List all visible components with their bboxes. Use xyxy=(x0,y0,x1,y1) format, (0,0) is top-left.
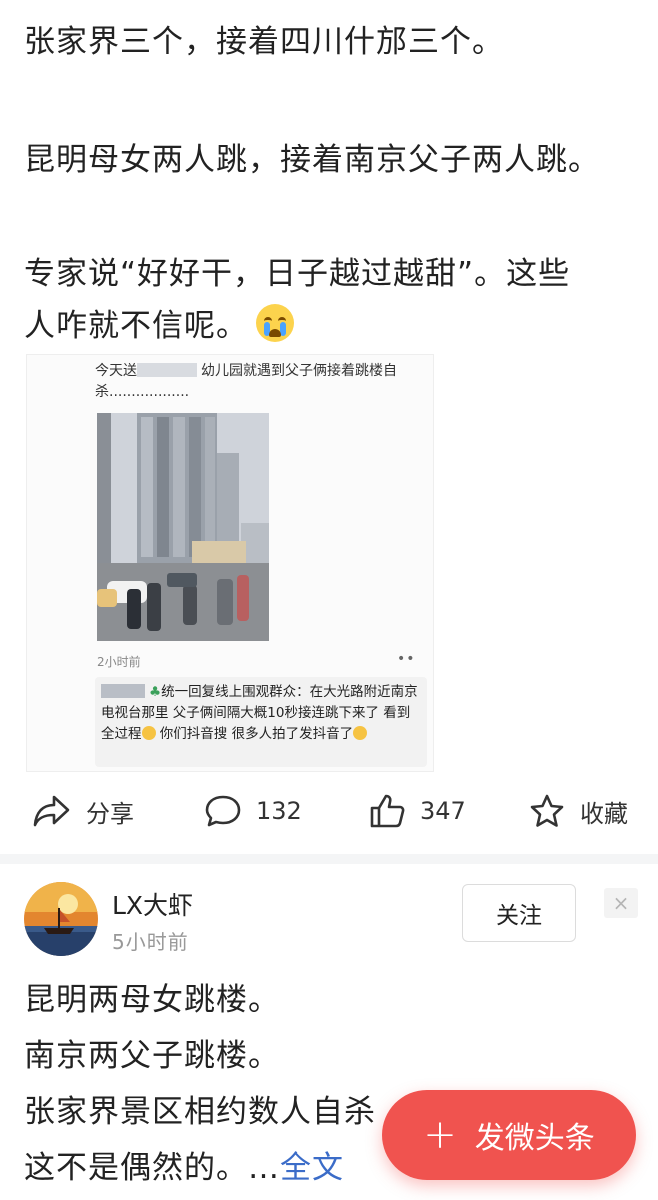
embedded-screenshot[interactable]: 今天送幼儿园就遇到父子俩接着跳楼自杀.................. 2小 xyxy=(26,354,434,772)
thumbs-up-icon xyxy=(370,794,405,828)
clover-icon: ♣ xyxy=(149,684,162,700)
emoji-icon xyxy=(353,726,368,740)
share-button[interactable]: 分享 xyxy=(32,780,134,842)
share-icon xyxy=(33,795,70,827)
post-micro-headline-button[interactable]: + 发微头条 xyxy=(382,1090,636,1180)
post-line-2: 昆明母女两人跳，接着南京父子两人跳。 xyxy=(24,142,600,178)
section-divider xyxy=(0,854,658,864)
comment-button[interactable]: 132 xyxy=(204,780,302,842)
comment-icon xyxy=(205,795,241,827)
blurred-avatar xyxy=(101,684,145,698)
plus-icon: + xyxy=(423,1112,457,1158)
post-line-3b: 人咋就不信呢。 xyxy=(24,308,248,344)
comment-count: 132 xyxy=(256,797,302,825)
emoji-icon xyxy=(141,726,156,740)
star-icon xyxy=(530,794,564,827)
like-button[interactable]: 347 xyxy=(368,780,466,842)
favorite-button[interactable]: 收藏 xyxy=(528,780,628,842)
action-bar: 分享 132 347 收藏 xyxy=(0,780,658,842)
crying-face-icon xyxy=(256,304,294,342)
username[interactable]: LX大虾 xyxy=(112,886,193,922)
embed-timestamp: 2小时前 xyxy=(97,655,141,669)
share-label: 分享 xyxy=(86,799,134,828)
embed-caption: 今天送 幼儿园就遇到父子俩接着跳楼自杀.................. xyxy=(95,363,397,400)
favorite-label: 收藏 xyxy=(580,799,628,828)
post-line-3a: 专家说“好好干，日子越过越甜”。这些 xyxy=(24,256,571,292)
post-time: 5小时前 xyxy=(112,930,189,954)
read-more-link[interactable]: 全文 xyxy=(280,1150,344,1186)
close-icon[interactable]: × xyxy=(604,888,638,918)
fab-label: 发微头条 xyxy=(474,1121,595,1156)
like-count: 347 xyxy=(420,797,466,825)
post-body-line: 南京两父子跳楼。 xyxy=(24,1038,280,1074)
post-line-1: 张家界三个，接着四川什邡三个。 xyxy=(24,24,504,60)
embed-comment: ♣统一回复线上围观群众：在大光路附近南京电视台那里 父子俩间隔大概10秒接连跳下… xyxy=(95,677,427,767)
follow-button[interactable]: 关注 xyxy=(462,884,576,942)
street-photo xyxy=(97,413,269,641)
more-options-icon[interactable]: •• xyxy=(397,651,416,667)
post-paragraph-3: 专家说“好好干，日子越过越甜”。这些 人咋就不信呢。 xyxy=(24,248,638,352)
post-body-line: 昆明两母女跳楼。 xyxy=(24,982,280,1018)
avatar[interactable] xyxy=(24,882,98,956)
